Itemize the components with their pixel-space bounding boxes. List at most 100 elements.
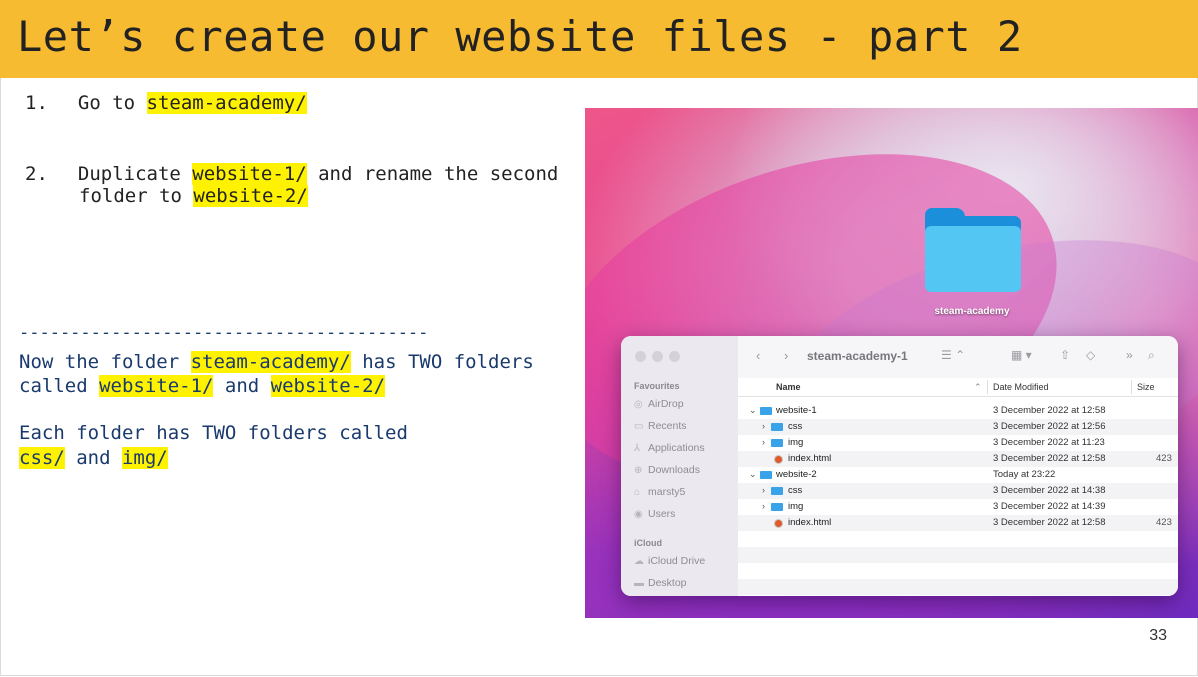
step-1: 1. Go to steam-academy/ (25, 92, 307, 114)
column-header-name[interactable]: Name (776, 382, 801, 392)
table-row[interactable]: index.html 3 December 2022 at 12:58 423 (738, 451, 1178, 467)
column-header-size[interactable]: Size (1137, 382, 1155, 392)
step-2-line-2-text: folder to (79, 185, 194, 207)
file-name: index.html (788, 517, 832, 528)
applications-icon: ⅄ (634, 443, 641, 454)
note-highlight: img/ (121, 447, 168, 469)
step-2-rest: and rename the second (306, 163, 559, 185)
folder-icon (771, 439, 783, 447)
sidebar-item-users[interactable]: ◉ Users (634, 508, 675, 520)
sidebar-item-label: Desktop (648, 577, 687, 589)
sidebar-item-downloads[interactable]: ⊕ Downloads (634, 464, 700, 476)
slide-title: Let’s create our website files - part 2 (17, 12, 1023, 61)
recents-icon: ▭ (634, 421, 644, 432)
file-date: 3 December 2022 at 12:58 (993, 453, 1106, 464)
note-line-3: Each folder has TWO folders called (19, 422, 408, 444)
sidebar-item-airdrop[interactable]: ◎ AirDrop (634, 398, 684, 410)
tag-icon[interactable]: ◇ (1086, 348, 1095, 362)
chevron-right-icon[interactable]: › (762, 437, 765, 447)
table-row[interactable]: index.html 3 December 2022 at 12:58 423 (738, 515, 1178, 531)
folder-icon (771, 487, 783, 495)
folder-icon (771, 423, 783, 431)
step-2-text: Duplicate (77, 163, 193, 185)
file-name: css (788, 485, 803, 496)
share-icon[interactable]: ⇧ (1060, 348, 1070, 362)
step-1-number: 1. (25, 92, 48, 114)
sidebar-item-home[interactable]: ⌂ marsty5 (634, 486, 685, 498)
note-line-2: called website-1/ and website-2/ (19, 375, 386, 397)
table-row[interactable]: ⌄ website-2 Today at 23:22 (738, 467, 1178, 483)
desktop-icon: ▬ (634, 578, 644, 589)
file-date: 3 December 2022 at 12:58 (993, 405, 1106, 416)
empty-row (738, 531, 1178, 547)
sidebar-item-applications[interactable]: ⅄ Applications (634, 442, 705, 454)
downloads-icon: ⊕ (634, 465, 643, 476)
macos-screenshot: steam-academy Favourites ◎ AirDrop ▭ Recen… (585, 108, 1198, 618)
step-2-highlight-1: website-1/ (192, 163, 307, 185)
table-row[interactable]: › css 3 December 2022 at 12:56 (738, 419, 1178, 435)
table-row[interactable]: › img 3 December 2022 at 14:39 (738, 499, 1178, 515)
finder-window-title: steam-academy-1 (807, 349, 908, 363)
sort-indicator-icon: ⌃ (974, 382, 982, 392)
chevron-down-icon[interactable]: ⌄ (749, 469, 757, 480)
chevron-right-icon[interactable]: › (762, 485, 765, 495)
sidebar-item-desktop[interactable]: ▬ Desktop (634, 577, 687, 589)
file-name: index.html (788, 453, 832, 464)
table-row[interactable]: ⌄ website-1 3 December 2022 at 12:58 (738, 403, 1178, 419)
html-file-icon (774, 519, 783, 528)
finder-toolbar: ‹ › steam-academy-1 ☰ ⌃ ▦ ▾ ⇧ ◇ » ⌕ (738, 336, 1178, 379)
html-file-icon (774, 455, 783, 464)
more-icon[interactable]: » (1126, 348, 1133, 362)
forward-icon[interactable]: › (784, 348, 788, 363)
step-1-text: Go to (77, 92, 147, 114)
step-2-line-2: folder to website-2/ (79, 185, 308, 207)
chevron-right-icon[interactable]: › (762, 501, 765, 511)
sidebar-header-favourites: Favourites (634, 381, 680, 391)
home-icon: ⌂ (634, 487, 641, 498)
file-date: 3 December 2022 at 14:38 (993, 485, 1106, 496)
finder-sidebar: Favourites ◎ AirDrop ▭ Recents ⅄ Applicatio… (621, 336, 738, 596)
minimize-window-button[interactable] (652, 351, 663, 362)
folder-icon (760, 407, 772, 415)
table-row[interactable]: › img 3 December 2022 at 11:23 (738, 435, 1178, 451)
sidebar-item-label: iCloud Drive (648, 555, 706, 567)
note-highlight: website-2/ (270, 375, 386, 397)
file-name: img (788, 501, 804, 512)
divider-line: ---------------------------------------- (19, 323, 429, 343)
note-line-4: css/ and img/ (19, 447, 168, 469)
desktop-folder-label[interactable]: steam-academy (930, 306, 1014, 317)
search-icon[interactable]: ⌕ (1148, 348, 1155, 363)
sidebar-item-label: Users (648, 508, 676, 520)
note-text: called (19, 375, 100, 397)
step-2-line-1: 2. Duplicate website-1/ and rename the se… (25, 163, 558, 185)
sidebar-item-label: AirDrop (648, 398, 684, 410)
desktop-folder-icon[interactable] (925, 208, 1021, 292)
chevron-right-icon[interactable]: › (762, 421, 765, 431)
sidebar-item-recents[interactable]: ▭ Recents (634, 420, 687, 432)
note-highlight: website-1/ (99, 375, 214, 397)
note-line-1: Now the folder steam-academy/ has TWO fo… (19, 351, 534, 373)
file-name: website-1 (776, 405, 817, 416)
note-text: Now the folder (19, 351, 191, 373)
file-date: 3 December 2022 at 11:23 (993, 437, 1105, 448)
icloud-icon: ☁ (634, 556, 644, 567)
table-row[interactable]: › css 3 December 2022 at 14:38 (738, 483, 1178, 499)
chevron-down-icon[interactable]: ⌄ (749, 405, 757, 416)
airdrop-icon: ◎ (634, 399, 643, 410)
sidebar-item-icloud-drive[interactable]: ☁ iCloud Drive (634, 555, 705, 567)
column-header-date[interactable]: Date Modified (993, 382, 1049, 392)
close-window-button[interactable] (635, 351, 646, 362)
finder-window: Favourites ◎ AirDrop ▭ Recents ⅄ Applicatio… (621, 336, 1178, 596)
group-icon[interactable]: ▦ ▾ (1011, 348, 1032, 362)
zoom-window-button[interactable] (669, 351, 680, 362)
note-highlight: steam-academy/ (190, 351, 351, 373)
list-view-icon[interactable]: ☰ ⌃ (941, 348, 965, 362)
file-name: css (788, 421, 803, 432)
file-name: img (788, 437, 804, 448)
empty-row (738, 579, 1178, 595)
sidebar-item-label: marsty5 (648, 486, 686, 498)
file-date: 3 December 2022 at 12:58 (993, 517, 1106, 528)
back-icon[interactable]: ‹ (756, 348, 760, 363)
empty-row (738, 547, 1178, 563)
page-number: 33 (1149, 627, 1167, 644)
